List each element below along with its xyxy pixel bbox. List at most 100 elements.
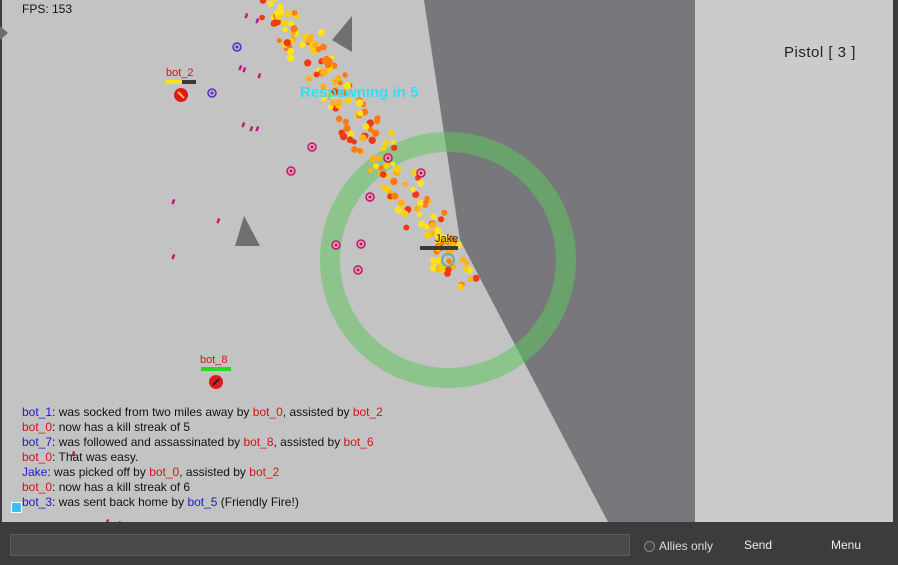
particle	[437, 216, 445, 223]
particle	[368, 136, 376, 144]
kill-feed-line: bot_0: That was easy.	[22, 450, 383, 465]
particle	[305, 75, 313, 82]
particle	[463, 266, 469, 272]
particle	[359, 134, 367, 142]
kill-feed-line: bot_7: was followed and assassinated by …	[22, 435, 383, 450]
feed-text: : was sent back home by	[52, 495, 188, 509]
mine-core	[210, 91, 214, 95]
player-name: bot_5	[187, 495, 218, 509]
feed-text: : was picked off by	[47, 465, 150, 479]
radio-icon[interactable]	[644, 540, 655, 552]
player-name: bot_0	[149, 465, 180, 479]
kill-feed-line: Jake: was picked off by bot_0, assisted …	[22, 465, 383, 480]
particle	[378, 165, 384, 171]
particle	[457, 283, 464, 291]
allies-only-label: Allies only	[659, 539, 714, 553]
health-bar-bg	[420, 246, 458, 250]
particle	[304, 59, 312, 67]
player-name: bot_0	[22, 450, 53, 464]
particle	[390, 177, 398, 186]
send-button[interactable]: Send	[722, 532, 794, 558]
particle	[394, 165, 402, 173]
player-name: bot_0	[22, 420, 53, 434]
side-panel	[695, 0, 898, 522]
mine-core	[356, 268, 360, 272]
particle	[472, 274, 480, 282]
particle	[347, 130, 354, 137]
right-border	[893, 0, 898, 522]
feed-text: , assisted by	[179, 465, 250, 479]
weapon-ammo-label: Pistol [ 3 ]	[784, 44, 856, 61]
mine-core	[386, 156, 390, 160]
particle	[274, 9, 281, 17]
player-name: bot_1	[22, 405, 53, 419]
particle	[423, 223, 430, 230]
particle	[446, 258, 452, 265]
bottom-chat-bar: Allies only Send Menu	[0, 522, 898, 565]
particle	[357, 147, 363, 154]
particle	[284, 10, 292, 18]
particle	[357, 110, 364, 117]
player-name: bot_2	[249, 465, 280, 479]
particle	[339, 132, 348, 141]
allies-only-toggle[interactable]: Allies only	[644, 539, 713, 553]
particle	[438, 265, 446, 273]
particle	[380, 145, 387, 152]
kill-feed-line: bot_0: now has a kill streak of 6	[22, 480, 383, 495]
health-bar-fill	[166, 80, 182, 84]
particle	[390, 139, 396, 145]
mine-core	[359, 242, 363, 246]
player-name: bot_7	[22, 435, 53, 449]
health-bar-fill	[201, 367, 231, 371]
player-name-label: bot_8	[200, 354, 228, 366]
feed-text: (Friendly Fire!)	[217, 495, 299, 509]
player-name: bot_0	[252, 405, 283, 419]
particle	[372, 163, 379, 170]
kill-feed-line: bot_1: was socked from two miles away by…	[22, 405, 383, 420]
feed-text: : now has a kill streak of 6	[52, 480, 191, 494]
particle	[280, 20, 288, 27]
particle	[321, 57, 328, 64]
player-name: Jake	[22, 465, 48, 479]
mine-core	[368, 195, 372, 199]
feed-text: : now has a kill streak of 5	[52, 420, 191, 434]
particle	[309, 33, 315, 39]
mine-core	[419, 171, 423, 175]
mine-core	[334, 243, 338, 247]
particle	[313, 71, 320, 78]
particle	[259, 14, 265, 21]
particle	[424, 231, 432, 239]
particle	[417, 199, 424, 207]
particle	[383, 162, 390, 169]
particle	[287, 47, 295, 55]
particle	[441, 209, 448, 216]
particle	[330, 100, 336, 106]
chat-input[interactable]	[10, 534, 630, 556]
particle	[277, 3, 284, 11]
feed-text: : was followed and assassinated by	[52, 435, 244, 449]
particle	[335, 115, 343, 123]
particle	[291, 10, 298, 16]
menu-button[interactable]: Menu	[800, 532, 892, 558]
particle	[320, 68, 328, 76]
feed-text: , assisted by	[273, 435, 344, 449]
particle	[467, 276, 474, 282]
particle	[391, 144, 398, 151]
particle	[342, 118, 349, 125]
player-name: bot_0	[22, 480, 53, 494]
kill-feed: bot_1: was socked from two miles away by…	[22, 405, 383, 510]
player-name-label: Jake	[435, 233, 458, 245]
particle	[379, 171, 387, 178]
particle	[362, 123, 370, 130]
player-name: bot_3	[22, 495, 53, 509]
particle	[289, 56, 295, 62]
particle	[318, 28, 326, 36]
left-border	[0, 0, 2, 522]
player-name: bot_8	[243, 435, 274, 449]
particle	[290, 25, 298, 33]
particle	[417, 179, 425, 187]
particle	[445, 266, 452, 273]
particle	[375, 155, 383, 162]
particle	[380, 184, 387, 190]
particle	[430, 257, 438, 264]
